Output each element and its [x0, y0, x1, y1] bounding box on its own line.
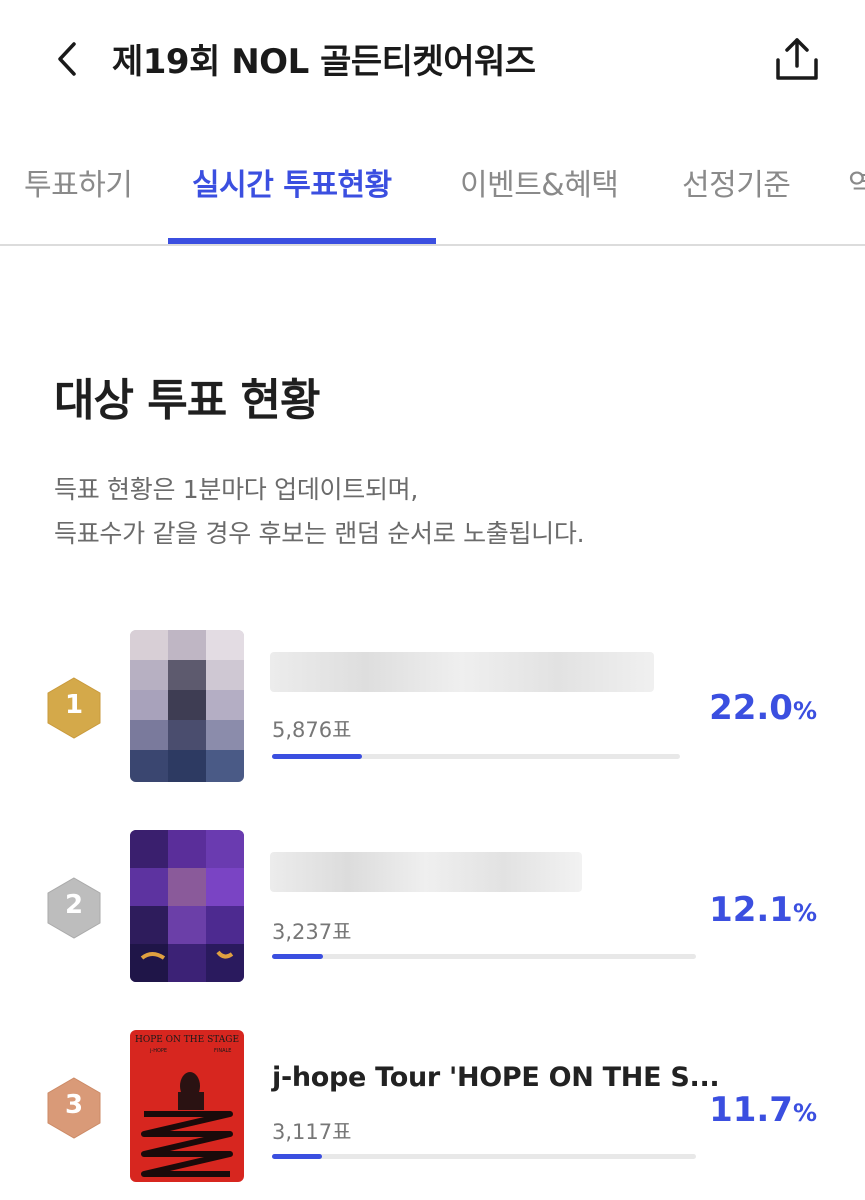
vote-progress-fill — [272, 754, 362, 759]
poster-text-artist: j-HOPE — [149, 1048, 167, 1054]
nominee-thumbnail — [130, 630, 244, 782]
vote-count: 5,876표 — [272, 718, 352, 742]
app-header: 제19회 NOL 골든티켓어워즈 — [0, 0, 865, 120]
tab-more[interactable]: 역 — [848, 160, 865, 204]
nominee-thumbnail — [130, 830, 244, 982]
pixelated-poster-image — [130, 830, 244, 982]
percent-value: 12.1 — [709, 890, 793, 930]
vote-progress-track — [272, 954, 696, 959]
blurred-nominee-title — [270, 652, 654, 692]
rank-badge: 3 — [44, 1076, 104, 1140]
rank-number: 3 — [64, 1090, 84, 1120]
percent-unit: % — [792, 899, 817, 927]
poster-text-finale: FINALE — [214, 1048, 231, 1054]
share-button[interactable] — [772, 36, 822, 82]
nominee-thumbnail: HOPE ON THE STAGE j-HOPE FINALE — [130, 1030, 244, 1182]
rank-number: 2 — [64, 890, 84, 920]
section-description-line2: 득표수가 같을 경우 후보는 랜덤 순서로 노출됩니다. — [54, 519, 585, 548]
tab-vote[interactable]: 투표하기 — [24, 160, 133, 204]
ranking-row-3[interactable]: 3 HOPE ON THE STAGE j-HOPE FINALE j-hope… — [0, 1030, 865, 1190]
vote-percentage: 12.1% — [709, 890, 817, 930]
vote-progress-track — [272, 1154, 696, 1159]
ranking-row-2[interactable]: 2 3,237표 12.1% — [0, 830, 865, 990]
pixelated-poster-image — [130, 630, 244, 782]
tab-bar: 투표하기 실시간 투표현황 이벤트&혜택 선정기준 역 — [0, 150, 865, 246]
vote-progress-track — [272, 754, 680, 759]
poster-text-title: HOPE ON THE STAGE — [135, 1035, 239, 1045]
percent-unit: % — [792, 1099, 817, 1127]
nominee-title: j-hope Tour 'HOPE ON THE S... — [272, 1062, 720, 1093]
rank-badge: 2 — [44, 876, 104, 940]
back-button[interactable] — [52, 38, 86, 80]
tab-events[interactable]: 이벤트&혜택 — [460, 160, 619, 204]
active-tab-indicator — [168, 238, 436, 244]
vote-progress-fill — [272, 954, 323, 959]
percent-value: 11.7 — [709, 1090, 793, 1130]
ranking-row-1[interactable]: 1 5,876표 22.0% — [0, 630, 865, 790]
share-icon — [776, 38, 818, 80]
vote-percentage: 22.0% — [709, 688, 817, 728]
chevron-left-icon — [58, 42, 76, 76]
section-title: 대상 투표 현황 — [54, 375, 321, 426]
tab-live-status[interactable]: 실시간 투표현황 — [192, 160, 392, 204]
percent-value: 22.0 — [709, 688, 793, 728]
tab-criteria[interactable]: 선정기준 — [682, 160, 791, 204]
vote-progress-fill — [272, 1154, 322, 1159]
vote-percentage: 11.7% — [709, 1090, 817, 1130]
rank-badge: 1 — [44, 676, 104, 740]
vote-count: 3,117표 — [272, 1120, 352, 1144]
blurred-nominee-title — [270, 852, 582, 892]
section-description-line1: 득표 현황은 1분마다 업데이트되며, — [54, 475, 418, 504]
concert-poster-image: HOPE ON THE STAGE j-HOPE FINALE — [130, 1030, 244, 1182]
vote-count: 3,237표 — [272, 920, 352, 944]
rank-number: 1 — [64, 690, 84, 720]
percent-unit: % — [792, 697, 817, 725]
page-title: 제19회 NOL 골든티켓어워즈 — [112, 42, 536, 82]
